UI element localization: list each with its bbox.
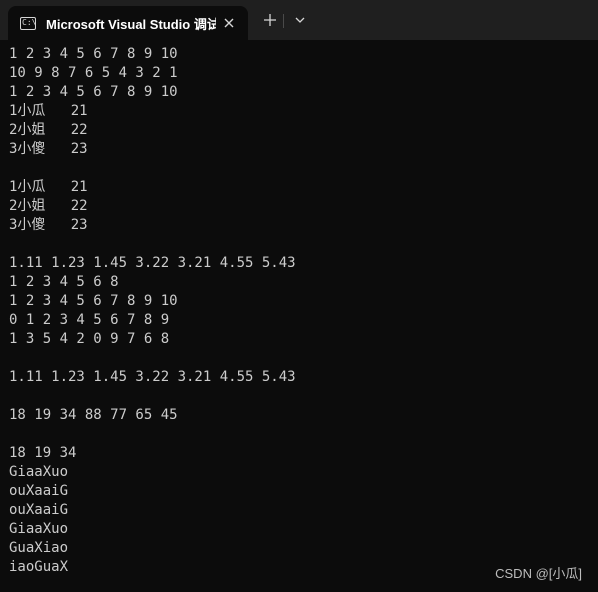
console-line: 1 2 3 4 5 6 8 [9, 274, 119, 290]
console-line: 18 19 34 88 77 65 45 [9, 407, 178, 423]
console-line: 2小姐 22 [9, 198, 88, 214]
console-line: 0 1 2 3 4 5 6 7 8 9 [9, 312, 170, 328]
chevron-down-icon[interactable] [288, 8, 312, 32]
console-line: 1 2 3 4 5 6 7 8 9 10 [9, 46, 178, 62]
watermark: CSDN @[小瓜] [495, 566, 582, 581]
console-line: 1.11 1.23 1.45 3.22 3.21 4.55 5.43 [9, 255, 296, 271]
console-line: 10 9 8 7 6 5 4 3 2 1 [9, 65, 178, 81]
divider [283, 14, 284, 28]
console-line: 3小傻 23 [9, 217, 88, 233]
console-line: GuaXiao [9, 540, 69, 556]
console-line: 1 3 5 4 2 0 9 7 6 8 [9, 331, 170, 347]
console-line: 1 2 3 4 5 6 7 8 9 10 [9, 84, 178, 100]
tab-title: Microsoft Visual Studio 调试控制台 [46, 16, 216, 32]
console-line: 3小傻 23 [9, 141, 88, 157]
console-line: iaoGuaX [9, 559, 69, 575]
console-line: GiaaXuo [9, 464, 69, 480]
console-line: 1小瓜 21 [9, 103, 88, 119]
console-line: 1 2 3 4 5 6 7 8 9 10 [9, 293, 178, 309]
console-line: 1.11 1.23 1.45 3.22 3.21 4.55 5.43 [9, 369, 296, 385]
title-bar: C:\ Microsoft Visual Studio 调试控制台 [0, 0, 598, 40]
console-line: ouXaaiG [9, 502, 69, 518]
console-line: ouXaaiG [9, 483, 69, 499]
console-line: 1小瓜 21 [9, 179, 88, 195]
console-line: 18 19 34 [9, 445, 77, 461]
console-window: C:\ Microsoft Visual Studio 调试控制台 1 2 3 … [0, 0, 598, 592]
plus-icon[interactable] [258, 8, 282, 32]
console-line: GiaaXuo [9, 521, 69, 537]
console-output: 1 2 3 4 5 6 7 8 9 10 10 9 8 7 6 5 4 3 2 1… [9, 45, 296, 577]
tab-debug-console[interactable]: C:\ Microsoft Visual Studio 调试控制台 [8, 6, 248, 40]
console-line: 2小姐 22 [9, 122, 88, 138]
close-icon[interactable] [220, 14, 238, 32]
terminal-icon: C:\ [20, 16, 36, 30]
